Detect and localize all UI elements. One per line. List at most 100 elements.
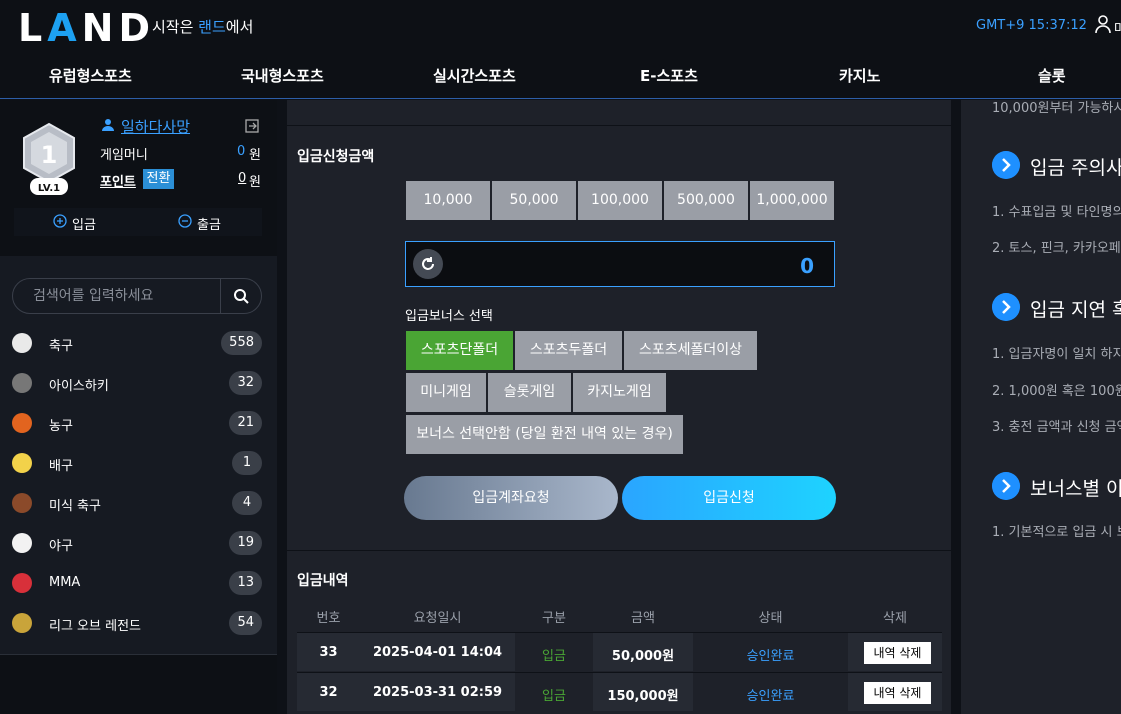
table-row: 32 2025-03-31 02:59 입금 150,000원 승인완료 내역 … (297, 672, 942, 712)
row-status: 승인완료 (746, 649, 795, 664)
request-account-button[interactable]: 입금계좌요청 (404, 476, 618, 520)
won-unit: 원 (249, 148, 261, 163)
bonus-slot[interactable]: 슬롯게임 (488, 373, 571, 412)
sport-item[interactable]: 배구 1 (12, 449, 262, 477)
delete-history-button[interactable]: 내역 삭제 (864, 682, 931, 704)
baseball-icon (12, 533, 32, 553)
withdraw-link[interactable]: 출금 (197, 214, 221, 233)
nav-slot[interactable]: 슬롯 (1038, 65, 1066, 86)
sport-count-badge: 21 (229, 411, 262, 435)
amount-500000-button[interactable]: 500,000 (664, 181, 748, 220)
row-number: 33 (319, 645, 338, 660)
sport-item[interactable]: 축구 558 (12, 329, 262, 357)
soccer-ball-icon (12, 333, 32, 353)
bonus-casino[interactable]: 카지노게임 (573, 373, 666, 412)
sport-item[interactable]: MMA 13 (12, 569, 262, 597)
col-header: 상태 (758, 611, 783, 626)
delete-history-button[interactable]: 내역 삭제 (864, 642, 931, 664)
sport-count-badge: 13 (229, 571, 262, 595)
amount-input[interactable]: 0 (405, 241, 835, 287)
bonus-sports-triple[interactable]: 스포츠세폴더이상 (624, 331, 757, 370)
volleyball-icon (12, 453, 32, 473)
svg-text:LV.1: LV.1 (38, 183, 60, 194)
mypage-link[interactable]: 마 (1114, 18, 1121, 37)
convert-button[interactable]: 전환 (143, 169, 174, 189)
amount-50000-button[interactable]: 50,000 (492, 181, 576, 220)
sport-count-badge: 558 (221, 331, 262, 355)
col-header: 구분 (542, 611, 566, 626)
nav-korean-sports[interactable]: 국내형스포츠 (241, 65, 324, 86)
bonus-sports-single[interactable]: 스포츠단폴더 (406, 331, 513, 370)
user-icon[interactable] (1094, 14, 1112, 34)
won-unit: 원 (249, 175, 261, 190)
col-header: 번호 (316, 611, 341, 626)
sport-name: 축구 (49, 339, 73, 354)
notice-line: 3. 충전 금액과 신청 금액 (992, 420, 1121, 435)
sport-item[interactable]: 미식 축구 4 (12, 489, 262, 517)
chevron-right-icon (992, 293, 1020, 321)
username-link[interactable]: 일하다사망 (121, 116, 190, 137)
bonus-minigame[interactable]: 미니게임 (406, 373, 486, 412)
sport-name: 배구 (49, 459, 73, 474)
sport-count-badge: 19 (229, 531, 262, 555)
league-of-legends-icon (12, 613, 32, 633)
sport-item[interactable]: 농구 21 (12, 409, 262, 437)
plus-circle-icon (53, 214, 67, 228)
point-label[interactable]: 포인트 (100, 171, 136, 190)
sport-name: MMA (49, 575, 81, 590)
col-header: 삭제 (883, 611, 907, 626)
sport-count-badge: 4 (232, 491, 262, 515)
row-status: 승인완료 (746, 689, 795, 704)
main-nav: 유럽형스포츠 국내형스포츠 실시간스포츠 E-스포츠 카지노 슬롯 (0, 52, 1121, 99)
deposit-history-title: 입금내역 (297, 573, 349, 589)
section-divider (287, 550, 951, 551)
svg-text:1: 1 (41, 141, 58, 169)
nav-european-sports[interactable]: 유럽형스포츠 (49, 65, 132, 86)
search-icon[interactable] (233, 288, 249, 304)
sport-name: 리그 오브 레전드 (49, 619, 141, 634)
col-header: 금액 (631, 611, 655, 626)
basketball-icon (12, 413, 32, 433)
col-header: 요청일시 (413, 611, 462, 626)
boxing-glove-icon (12, 573, 32, 593)
american-football-icon (12, 493, 32, 513)
nav-live-sports[interactable]: 실시간스포츠 (433, 65, 516, 86)
sport-item[interactable]: 리그 오브 레전드 54 (12, 609, 262, 637)
row-number: 32 (319, 685, 338, 700)
nav-casino[interactable]: 카지노 (839, 65, 880, 86)
sport-item[interactable]: 아이스하키 32 (12, 369, 262, 397)
site-logo[interactable]: LAND (18, 6, 155, 50)
sport-item[interactable]: 야구 19 (12, 529, 262, 557)
panel-top-strip (287, 100, 951, 126)
sport-count-badge: 1 (232, 451, 262, 475)
table-row: 33 2025-04-01 14:04 입금 50,000원 승인완료 내역 삭… (297, 632, 942, 672)
user-card: 1 LV.1 일하다사망 게임머니 0 원 포인트 전환 0 원 입금 출금 (0, 100, 277, 256)
notice-line: 2. 토스, 핀크, 카카오페 (992, 241, 1121, 256)
notice-heading: 입금 지연 혹 (992, 293, 1121, 323)
search-divider (220, 279, 221, 313)
amount-100000-button[interactable]: 100,000 (578, 181, 662, 220)
nav-esports[interactable]: E-스포츠 (640, 65, 698, 86)
deposit-request-button[interactable]: 입금신청 (622, 476, 836, 520)
row-amount: 50,000원 (611, 649, 675, 664)
reset-button[interactable] (413, 249, 443, 279)
bonus-none[interactable]: 보너스 선택안함 (당일 환전 내역 있는 경우) (406, 415, 683, 454)
search-input[interactable] (33, 288, 213, 304)
notice-text: 10,000원부터 가능하시 (992, 101, 1121, 116)
notice-line: 2. 1,000원 혹은 100원 (992, 384, 1121, 399)
sport-count-badge: 32 (229, 371, 262, 395)
deposit-link[interactable]: 입금 (72, 214, 96, 233)
server-clock: GMT+9 15:37:12 (976, 18, 1087, 33)
notice-line: 1. 수표입금 및 타인명의 (992, 205, 1121, 220)
bonus-sports-double[interactable]: 스포츠두폴더 (515, 331, 622, 370)
amount-value: 0 (800, 254, 814, 278)
sport-name: 농구 (49, 419, 73, 434)
left-sidebar: 1 LV.1 일하다사망 게임머니 0 원 포인트 전환 0 원 입금 출금 축… (0, 100, 277, 714)
notice-panel: 10,000원부터 가능하시 입금 주의사항 1. 수표입금 및 타인명의 2.… (961, 100, 1121, 714)
search-box (12, 278, 262, 314)
logout-icon[interactable] (244, 118, 260, 134)
amount-10000-button[interactable]: 10,000 (406, 181, 490, 220)
game-money-value: 0 (237, 144, 246, 159)
amount-1000000-button[interactable]: 1,000,000 (750, 181, 834, 220)
notice-heading: 보너스별 이용 (992, 472, 1121, 502)
